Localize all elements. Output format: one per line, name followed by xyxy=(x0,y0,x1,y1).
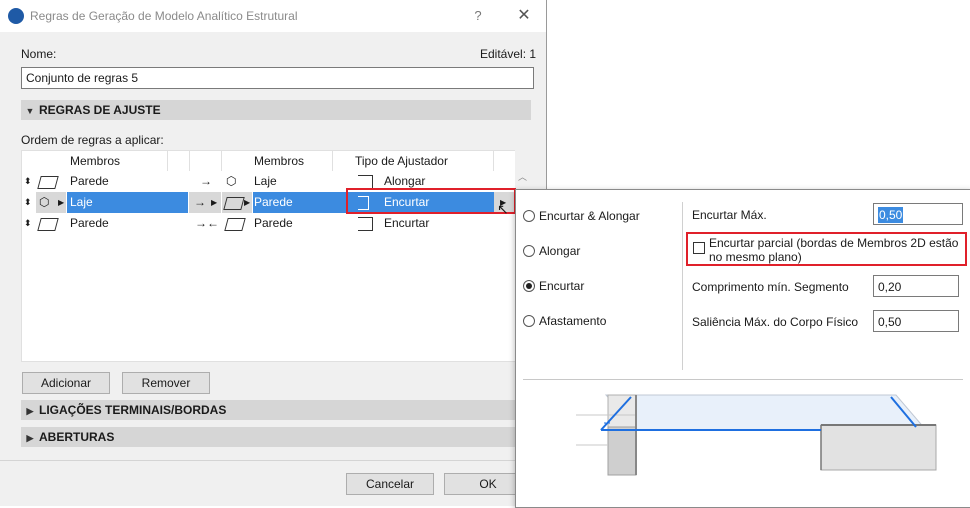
radio-icon[interactable] xyxy=(523,210,535,222)
arrow-icon: →← xyxy=(195,216,219,230)
col-divider xyxy=(332,151,333,171)
max-overhang-label: Saliência Máx. do Corpo Físico xyxy=(692,315,859,329)
help-button[interactable]: ? xyxy=(464,6,492,26)
member-b-type-cell[interactable]: ▶ xyxy=(222,192,252,213)
section-openings-label: ABERTURAS xyxy=(39,430,115,444)
name-label: Nome: xyxy=(21,47,57,61)
app-icon xyxy=(8,8,24,24)
option-label: Encurtar & Alongar xyxy=(539,209,640,223)
partial-shorten-checkbox[interactable] xyxy=(693,242,705,254)
dropdown-arrow-icon[interactable]: ▶ xyxy=(244,192,250,213)
drag-handle-icon[interactable]: ⬍ xyxy=(24,192,32,213)
drag-handle-icon[interactable]: ⬍ xyxy=(24,171,32,192)
option-label: Afastamento xyxy=(539,314,607,328)
option-label: Alongar xyxy=(539,244,581,258)
wall-icon xyxy=(37,176,59,189)
section-terminals-label: LIGAÇÕES TERMINAIS/BORDAS xyxy=(39,403,227,417)
close-button[interactable]: ✕ xyxy=(510,6,538,26)
radio-selected-icon[interactable] xyxy=(523,280,535,292)
radio-icon[interactable] xyxy=(523,245,535,257)
member-b: Parede xyxy=(254,216,293,230)
rules-dialog: Regras de Geração de Modelo Analítico Es… xyxy=(0,0,547,506)
remove-button[interactable]: Remover xyxy=(122,372,210,394)
max-shorten-value: 0,50 xyxy=(878,207,904,223)
member-a-cell[interactable]: Laje xyxy=(67,192,188,213)
slab-icon: ⬡ xyxy=(39,195,50,209)
member-b: Laje xyxy=(254,174,277,188)
col-divider xyxy=(221,151,222,171)
order-label: Ordem de regras a aplicar: xyxy=(21,133,164,147)
editable-label: Editável: 1 xyxy=(480,47,537,61)
header-members-a: Membros xyxy=(70,154,121,168)
member-a: Parede xyxy=(70,216,109,230)
header-members-b: Membros xyxy=(254,154,305,168)
col-divider xyxy=(167,151,168,171)
title-bar: Regras de Geração de Modelo Analítico Es… xyxy=(0,0,546,32)
member-a: Parede xyxy=(70,174,109,188)
section-terminals[interactable]: ▶ LIGAÇÕES TERMINAIS/BORDAS xyxy=(21,400,531,420)
add-button[interactable]: Adicionar xyxy=(22,372,110,394)
expand-right-icon: ▶ xyxy=(26,433,34,443)
window-title: Regras de Geração de Modelo Analítico Es… xyxy=(30,9,298,23)
dropdown-arrow-icon[interactable]: ▶ xyxy=(58,192,64,213)
wall-icon xyxy=(223,197,245,210)
partial-shorten-label: Encurtar parcial (bordas de Membros 2D e… xyxy=(709,236,959,264)
arrow-icon: → xyxy=(194,195,206,209)
header-adjuster: Tipo de Ajustador xyxy=(355,154,448,168)
member-a: Laje xyxy=(70,195,93,209)
adjuster-shorten-icon xyxy=(358,217,373,231)
divider xyxy=(682,202,683,370)
wall-icon xyxy=(37,218,59,231)
name-input[interactable]: Conjunto de regras 5 xyxy=(21,67,534,89)
section-adjust-rules[interactable]: ▼ REGRAS DE AJUSTE xyxy=(21,100,531,120)
radio-icon[interactable] xyxy=(523,315,535,327)
adjuster-extend-icon xyxy=(358,175,373,188)
adjuster-popover: Encurtar & Alongar Alongar Encurtar Afas… xyxy=(515,189,970,508)
max-shorten-input[interactable]: 0,50 xyxy=(873,203,963,225)
table-row[interactable]: ⬍ Parede →← Parede Encurtar xyxy=(22,213,516,234)
dropdown-arrow-icon[interactable]: ▶ xyxy=(211,192,217,213)
option-label: Encurtar xyxy=(539,279,585,293)
wall-icon xyxy=(224,218,246,231)
collapse-down-icon: ▼ xyxy=(25,106,35,116)
section-openings[interactable]: ▶ ABERTURAS xyxy=(21,427,531,447)
highlight-box xyxy=(346,188,516,214)
cursor-icon: ↖ xyxy=(497,201,509,217)
col-divider xyxy=(493,151,494,171)
min-segment-label: Comprimento mín. Segmento xyxy=(692,280,849,294)
max-shorten-label: Encurtar Máx. xyxy=(692,208,767,222)
section-adjust-label: REGRAS DE AJUSTE xyxy=(39,103,161,117)
rules-table: Membros Membros Tipo de Ajustador ⬍ Pare… xyxy=(21,150,517,362)
scroll-up-icon[interactable]: ︿ xyxy=(518,170,527,183)
member-a-type-cell[interactable]: ⬡ ▶ xyxy=(36,192,66,213)
adjuster-type: Encurtar xyxy=(384,216,430,230)
divider xyxy=(0,460,546,461)
col-divider xyxy=(189,151,190,171)
member-b: Parede xyxy=(254,195,293,209)
cancel-button[interactable]: Cancelar xyxy=(346,473,434,495)
arrow-cell[interactable]: → ▶ xyxy=(189,192,221,213)
max-overhang-input[interactable]: 0,50 xyxy=(873,310,959,332)
arrow-icon: → xyxy=(200,174,212,188)
expand-right-icon: ▶ xyxy=(26,406,34,416)
drag-handle-icon[interactable]: ⬍ xyxy=(24,213,32,234)
min-segment-input[interactable]: 0,20 xyxy=(873,275,959,297)
slab-icon: ⬡ xyxy=(226,174,237,188)
divider xyxy=(523,379,963,380)
preview-illustration xyxy=(576,394,937,476)
